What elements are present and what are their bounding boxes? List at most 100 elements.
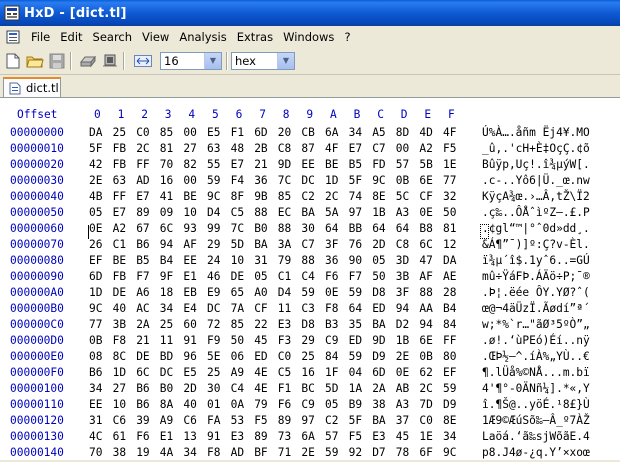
hex-byte[interactable]: D4 xyxy=(207,206,220,219)
hex-byte[interactable]: 0B xyxy=(396,174,409,187)
hex-byte[interactable]: 80 xyxy=(443,350,456,363)
hex-byte[interactable]: 19 xyxy=(136,446,149,459)
hex-byte[interactable]: EC xyxy=(278,206,291,219)
hex-byte[interactable]: 61 xyxy=(113,430,126,443)
hex-byte[interactable]: 25 xyxy=(160,318,173,331)
hex-byte[interactable]: 11 xyxy=(278,302,291,315)
hex-byte[interactable]: 59 xyxy=(301,286,314,299)
hex-byte[interactable]: F3 xyxy=(278,334,291,347)
hex-row[interactable]: 00000080 EF BE B5 B4 EE 24 10 31 79 88 36 90 05 3D 47 DA… xyxy=(0,254,620,270)
hex-row[interactable]: 00000050 05 E7 89 09 10 D4 C5 88 EC BA 5A 97 1B A3 0E 50… xyxy=(0,206,620,222)
menu-view[interactable]: View xyxy=(137,30,174,44)
hex-byte[interactable]: 88 xyxy=(254,206,267,219)
hex-byte[interactable]: 94 xyxy=(396,302,409,315)
hex-byte[interactable]: 3B xyxy=(113,318,126,331)
hex-byte[interactable]: 2C xyxy=(325,190,338,203)
open-disk-button[interactable] xyxy=(79,52,97,70)
menu-edit[interactable]: Edit xyxy=(55,30,87,44)
hex-byte[interactable]: DA xyxy=(443,254,456,267)
hex-byte[interactable]: DE xyxy=(136,350,149,363)
hex-byte[interactable]: C5 xyxy=(231,206,244,219)
hex-byte[interactable]: 94 xyxy=(160,238,173,251)
hex-byte[interactable]: 11 xyxy=(160,334,173,347)
hex-byte[interactable]: 6E xyxy=(419,174,432,187)
hex-byte[interactable]: 5F xyxy=(349,414,362,427)
ascii-text[interactable]: .c-..Yô6|Ü._œ.nw xyxy=(482,174,590,187)
hex-byte[interactable]: DE xyxy=(231,270,244,283)
hex-byte[interactable]: 70 xyxy=(89,446,102,459)
hex-byte[interactable]: EE xyxy=(183,254,196,267)
hex-byte[interactable]: 28 xyxy=(443,286,456,299)
bytes-per-row-button[interactable] xyxy=(132,52,154,70)
hex-byte[interactable]: 50 xyxy=(443,206,456,219)
hex-byte[interactable]: 21 xyxy=(136,334,149,347)
hex-byte[interactable]: 7C xyxy=(231,222,244,235)
hex-byte[interactable]: 73 xyxy=(278,430,291,443)
hex-byte[interactable]: 85 xyxy=(160,126,173,139)
hex-byte[interactable]: 4E xyxy=(254,366,267,379)
hex-byte[interactable]: 5C xyxy=(396,190,409,203)
hex-byte[interactable]: 2B xyxy=(254,142,267,155)
ascii-text[interactable]: .¢gl“™|°ˆ0d»dd¸. xyxy=(482,222,590,235)
hex-byte[interactable]: F8 xyxy=(113,334,126,347)
hex-byte[interactable]: 77 xyxy=(89,318,102,331)
hex-byte[interactable]: C9 xyxy=(325,334,338,347)
hex-byte[interactable]: 6D xyxy=(254,126,267,139)
hex-byte[interactable]: BE xyxy=(183,190,196,203)
hex-row[interactable]: 00000090 6D FB F7 9F E1 46 DE 05 C1 C4 F6 F7 50 3B AF AE… xyxy=(0,270,620,286)
hex-byte[interactable]: 0B xyxy=(419,350,432,363)
hex-byte[interactable]: AF xyxy=(183,238,196,251)
hex-byte[interactable]: E1 xyxy=(183,270,196,283)
hex-byte[interactable]: CB xyxy=(301,126,314,139)
hex-byte[interactable]: 1D xyxy=(113,366,126,379)
hex-byte[interactable]: B4 xyxy=(443,302,456,315)
hex-byte[interactable]: 6F xyxy=(419,446,432,459)
hex-byte[interactable]: 99 xyxy=(207,222,220,235)
hex-byte[interactable]: 62 xyxy=(419,366,432,379)
hex-row[interactable]: 000000B0 9C 40 AC 34 E4 DC 7A CF 11 C3 F8 64 ED 94 AA B4… xyxy=(0,302,620,318)
hex-byte[interactable]: 9C xyxy=(89,302,102,315)
hex-byte[interactable]: BA xyxy=(372,414,385,427)
hex-byte[interactable]: 1E xyxy=(419,430,432,443)
hex-byte[interactable]: B8 xyxy=(419,222,432,235)
ascii-text[interactable]: ï¾µ´î$.1yˆ6..=GÚ xyxy=(482,254,590,267)
hex-byte[interactable]: 64 xyxy=(372,222,385,235)
hex-byte[interactable]: 84 xyxy=(443,318,456,331)
hex-byte[interactable]: 0E xyxy=(325,286,338,299)
hex-byte[interactable]: 65 xyxy=(231,286,244,299)
menu-extras[interactable]: Extras xyxy=(232,30,278,44)
hex-byte[interactable]: 7A xyxy=(231,302,244,315)
hex-byte[interactable]: 27 xyxy=(113,382,126,395)
ascii-text[interactable]: î.¶Š@..yöÉ.¹8£}Ù xyxy=(482,398,590,411)
hex-byte[interactable]: BE xyxy=(113,254,126,267)
hex-byte[interactable]: 42 xyxy=(89,158,102,171)
hex-byte[interactable]: AB xyxy=(396,382,409,395)
hex-byte[interactable]: 4B xyxy=(89,190,102,203)
hex-byte[interactable]: 0A xyxy=(231,398,244,411)
hex-byte[interactable]: 59 xyxy=(207,174,220,187)
hex-byte[interactable]: BA xyxy=(372,318,385,331)
hex-byte[interactable]: 4C xyxy=(89,430,102,443)
hex-byte[interactable]: 93 xyxy=(183,222,196,235)
open-ram-button[interactable] xyxy=(101,52,119,70)
hex-byte[interactable]: CF xyxy=(419,190,432,203)
hex-row[interactable]: 00000000 DA 25 C0 85 00 E5 F1 6D 20 CB 6A 34 A5 8D 4D 4F… xyxy=(0,126,620,142)
hex-byte[interactable]: 84 xyxy=(325,350,338,363)
hex-byte[interactable]: 88 xyxy=(301,254,314,267)
hex-byte[interactable]: 9C xyxy=(443,446,456,459)
hex-byte[interactable]: 0B xyxy=(89,334,102,347)
hex-byte[interactable]: B6 xyxy=(89,366,102,379)
hex-byte[interactable]: E7 xyxy=(136,190,149,203)
hex-byte[interactable]: 88 xyxy=(419,286,432,299)
ascii-text[interactable]: Bûÿp‚Uç!.î¾µýW[. xyxy=(482,158,590,171)
hex-byte[interactable]: 38 xyxy=(113,446,126,459)
ascii-text[interactable]: &Á¶”¯)]º:Ç?v-Èl. xyxy=(482,238,590,251)
hex-byte[interactable]: 5D xyxy=(325,382,338,395)
hex-byte[interactable]: 47 xyxy=(419,254,432,267)
hex-byte[interactable]: 34 xyxy=(183,446,196,459)
hex-byte[interactable]: A3 xyxy=(396,206,409,219)
hex-byte[interactable]: F8 xyxy=(325,302,338,315)
hex-byte[interactable]: 89 xyxy=(254,430,267,443)
hex-byte[interactable]: 92 xyxy=(349,446,362,459)
hex-byte[interactable]: 20 xyxy=(278,126,291,139)
